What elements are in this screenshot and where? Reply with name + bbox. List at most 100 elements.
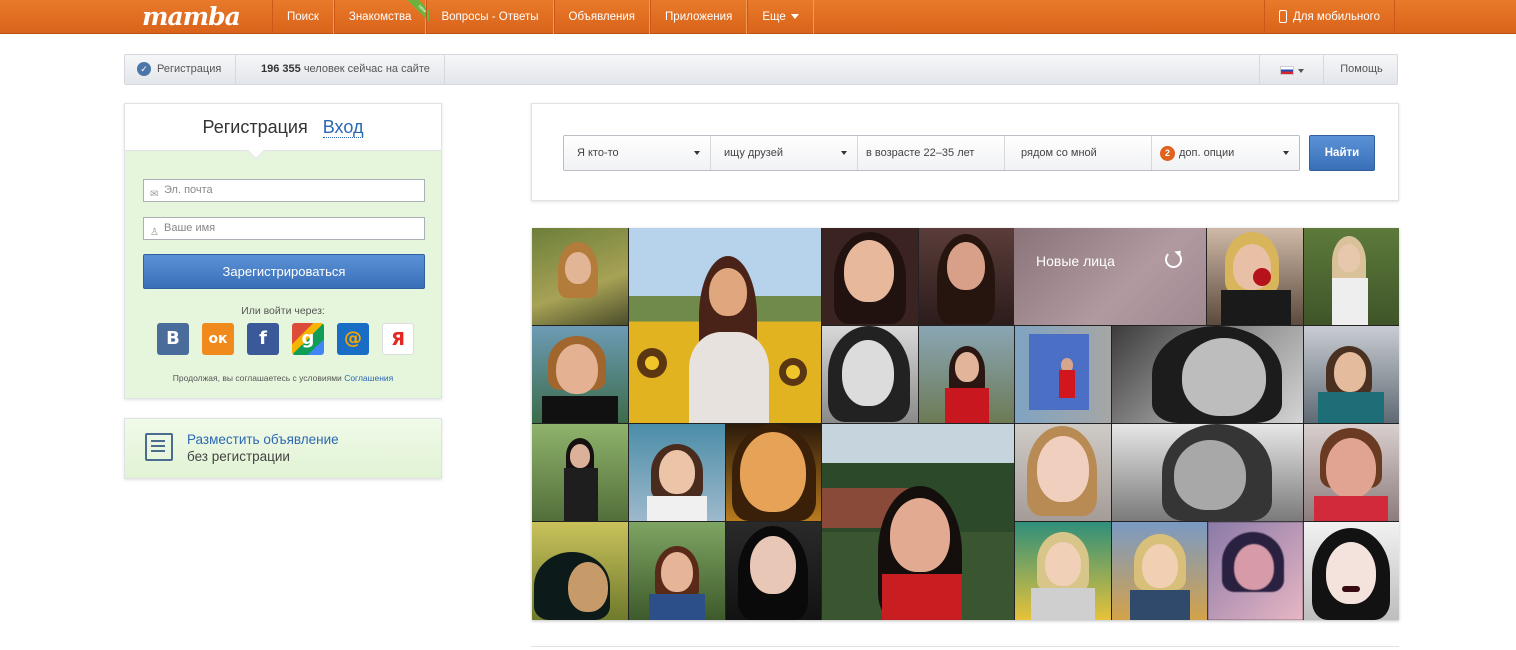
registration-link-label: Регистрация [157,63,222,75]
profile-photo[interactable] [822,228,918,325]
gender-select[interactable]: Я кто-то [564,136,711,170]
mamba-logo[interactable]: mamba [142,2,241,31]
odnoklassniki-icon[interactable]: ок [202,323,234,355]
caret-down-icon [1298,69,1304,73]
facebook-icon[interactable]: f [247,323,279,355]
profile-photo[interactable] [919,326,1014,423]
vkontakte-icon[interactable]: В [157,323,189,355]
age-prefix: в возрасте [866,147,921,159]
terms-link[interactable]: Соглашения [344,373,393,383]
seeking-select[interactable]: ищу друзей [711,136,858,170]
profile-photo[interactable] [1208,522,1303,620]
document-icon [145,433,173,461]
profile-photo[interactable] [1015,326,1111,423]
check-icon: ✓ [137,62,151,77]
mobile-link[interactable]: Для мобильного [1264,0,1396,34]
email-placeholder: Эл. почта [164,184,213,196]
profile-photo[interactable] [1015,424,1111,521]
profile-photo[interactable] [532,326,628,423]
nav-item-more[interactable]: Еще [747,0,814,34]
tab-register[interactable]: Регистрация [203,117,308,137]
content-divider [531,646,1399,650]
location-value: рядом со мной [1021,147,1097,159]
online-count: 196 355 [261,63,301,75]
post-ad-text: Разместить объявление без регистрации [187,431,339,465]
age-range-select[interactable]: в возрасте 22–35 лет [858,136,1005,170]
terms-notice: Продолжая, вы соглашаетесь с условиями С… [125,373,441,383]
profile-photo[interactable] [532,522,628,620]
nav-item-search[interactable]: Поиск [272,0,334,34]
age-to: 35 [941,147,955,159]
caret-down-icon [841,151,847,155]
post-ad-panel[interactable]: Разместить объявление без регистрации [124,418,442,479]
age-suffix: лет [957,147,975,159]
online-text: человек сейчас на сайте [303,63,430,75]
location-select[interactable]: рядом со мной [1005,136,1152,170]
profile-photo[interactable] [1304,228,1399,325]
options-count-badge: 2 [1160,145,1175,161]
profile-photo[interactable] [822,424,1014,620]
post-ad-link[interactable]: Разместить объявление [187,431,339,448]
nav-item-more-label: Еще [762,11,786,23]
profile-photo[interactable] [629,522,725,620]
profile-photo[interactable] [532,228,628,325]
profile-photo[interactable] [919,228,1014,325]
new-faces-label: Новые лица [1036,253,1115,269]
phone-icon [1279,10,1287,24]
main-nav: Поиск Знакомства new Вопросы - Ответы Об… [272,0,814,34]
email-field[interactable]: ✉ Эл. почта [143,179,425,202]
nav-item-questions[interactable]: Вопросы - Ответы [426,0,554,34]
profile-photo[interactable] [726,522,821,620]
terms-text: Продолжая, вы соглашаетесь с условиями [172,373,342,383]
registration-link[interactable]: ✓ Регистрация [125,55,237,84]
yandex-icon[interactable]: Я [382,323,414,355]
find-button[interactable]: Найти [1309,135,1375,171]
nav-item-apps[interactable]: Приложения [650,0,748,34]
help-link[interactable]: Помощь [1323,55,1399,84]
extra-options-select[interactable]: 2 доп. опции [1152,136,1299,170]
register-button[interactable]: Зарегистрироваться [143,254,425,289]
refresh-icon[interactable] [1165,251,1182,268]
nav-item-dating-label: Знакомства [348,11,412,23]
language-selector[interactable] [1259,55,1323,84]
profile-photo[interactable] [629,424,725,521]
profile-photo[interactable] [1112,522,1207,620]
caret-down-icon [790,14,799,20]
profile-photo[interactable] [1304,424,1399,521]
name-field[interactable]: ♙ Ваше имя [143,217,425,240]
profile-photo[interactable] [1304,326,1399,423]
nav-item-ads[interactable]: Объявления [553,0,651,34]
tab-login[interactable]: Вход [322,117,364,138]
tab-pointer [247,142,265,160]
profile-photo[interactable] [726,424,821,521]
envelope-icon: ✉ [150,189,159,200]
registration-panel: Регистрация Вход ✉ Эл. почта ♙ Ваше имя … [124,103,442,399]
user-icon: ♙ [150,227,159,238]
registration-tabs: Регистрация Вход [125,104,441,160]
caret-down-icon [694,151,700,155]
search-fields: Я кто-то ищу друзей в возрасте 22–35 лет… [563,135,1300,171]
profile-photo[interactable] [1015,522,1111,620]
mail-ru-icon[interactable]: @ [337,323,369,355]
profile-photo[interactable] [629,228,821,423]
profile-photo[interactable] [1304,522,1399,620]
google-icon[interactable]: g [292,323,324,355]
russia-flag-icon [1280,66,1294,75]
profile-photo[interactable] [1112,424,1303,521]
gender-select-value: Я кто-то [577,147,619,159]
profile-photo[interactable] [1207,228,1303,325]
profile-photo[interactable] [532,424,628,521]
search-panel: Я кто-то ищу друзей в возрасте 22–35 лет… [531,103,1399,201]
top-navigation-bar: mamba Поиск Знакомства new Вопросы - Отв… [0,0,1516,34]
new-faces-tile[interactable]: Новые лица [1014,228,1206,325]
online-counter: 196 355 человек сейчас на сайте [247,55,445,84]
seeking-select-value: ищу друзей [724,147,783,159]
profile-photo-grid: Новые лица [532,228,1399,620]
post-ad-subtitle: без регистрации [187,449,290,464]
info-bar: ✓ Регистрация 196 355 человек сейчас на с… [124,54,1398,85]
nav-item-dating[interactable]: Знакомства new [333,0,430,34]
social-login-row: В ок f g @ Я [157,323,414,355]
profile-photo[interactable] [822,326,918,423]
profile-photo[interactable] [1112,326,1303,423]
or-login-via-label: Или войти через: [241,305,325,317]
